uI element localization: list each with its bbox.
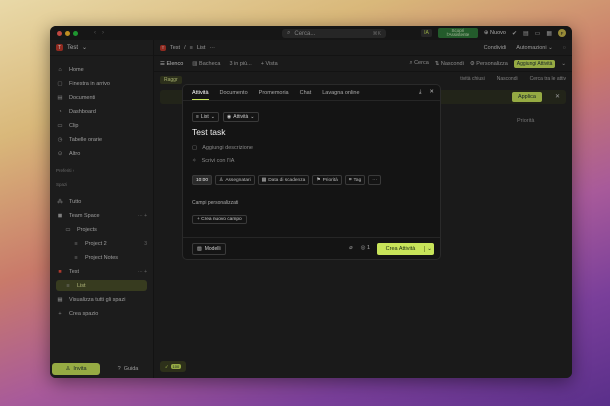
- due-date-button[interactable]: ▦ Data di scadenza: [257, 175, 310, 185]
- list-selector-label: List: [200, 114, 209, 120]
- tab-chat[interactable]: Chat: [300, 90, 312, 96]
- add-description-label: Aggiungi descrizione: [202, 145, 253, 151]
- status-time-chip[interactable]: 10:00: [192, 175, 213, 185]
- create-task-modal: Attività Documento Promemoria Chat Lavag…: [182, 84, 441, 260]
- tag-label: Tag: [353, 177, 362, 183]
- task-type-selector[interactable]: ◉ Attività ⌄: [222, 112, 259, 122]
- add-description-button[interactable]: ▢ Aggiungi descrizione: [192, 145, 253, 151]
- location-chips: ≡ List ⌄ ◉ Attività ⌄: [192, 112, 259, 122]
- create-task-label: Crea Attività: [385, 246, 416, 252]
- notification-button[interactable]: ◎ 1: [361, 245, 370, 251]
- create-field-button[interactable]: + Crea nuovo campo: [192, 215, 247, 224]
- more-properties-button[interactable]: ···: [368, 175, 382, 185]
- tab-whiteboard[interactable]: Lavagna online: [322, 90, 359, 96]
- attachment-icon[interactable]: ⌀: [349, 245, 352, 251]
- ai-sparkle-icon: ✧: [192, 158, 197, 164]
- templates-button[interactable]: ▧ Modelli: [192, 243, 226, 255]
- flag-icon: ⚑: [316, 177, 321, 183]
- custom-fields-label: Campi personalizzati: [192, 200, 239, 206]
- templates-label: Modelli: [204, 246, 221, 252]
- description-icon: ▢: [192, 145, 198, 151]
- modal-window-actions: ⤓ ✕: [419, 89, 440, 96]
- notification-count: 1: [366, 245, 370, 251]
- chevron-down-icon[interactable]: ⌄: [424, 246, 434, 252]
- minimize-icon[interactable]: ⤓: [419, 89, 421, 96]
- tab-reminder[interactable]: Promemoria: [259, 90, 289, 96]
- tab-document[interactable]: Documento: [220, 90, 248, 96]
- priority-label: Priorità: [322, 177, 338, 183]
- list-selector[interactable]: ≡ List ⌄: [192, 112, 219, 122]
- tag-icon: ⌗: [348, 178, 352, 183]
- write-with-ai-button[interactable]: ✧ Scrivi con l'IA: [192, 158, 234, 164]
- task-type-label: Attività: [233, 114, 249, 120]
- tag-button[interactable]: ⌗ Tag: [344, 175, 366, 185]
- priority-button[interactable]: ⚑ Priorità: [312, 175, 342, 185]
- due-date-label: Data di scadenza: [268, 177, 306, 183]
- assignees-button[interactable]: ♙ Assegnatari: [215, 175, 255, 185]
- calendar-icon: ▦: [261, 177, 267, 183]
- user-icon: ♙: [219, 177, 224, 183]
- template-icon: ▧: [197, 246, 202, 252]
- modal-tabs: Attività Documento Promemoria Chat Lavag…: [183, 85, 440, 101]
- task-properties: 10:00 ♙ Assegnatari ▦ Data di scadenza ⚑ Pr…: [192, 175, 382, 185]
- close-icon[interactable]: ✕: [429, 89, 434, 96]
- task-name-input[interactable]: Test task: [192, 127, 226, 137]
- modal-footer: ▧ Modelli ⌀ ◎ 1 Crea Attività ⌄: [183, 237, 440, 259]
- assignees-label: Assegnatari: [225, 177, 251, 183]
- write-ai-label: Scrivi con l'IA: [201, 158, 235, 164]
- tab-task[interactable]: Attività: [192, 90, 209, 100]
- footer-icons: ⌀ ◎ 1: [349, 245, 370, 251]
- create-task-button[interactable]: Crea Attività ⌄: [377, 243, 434, 255]
